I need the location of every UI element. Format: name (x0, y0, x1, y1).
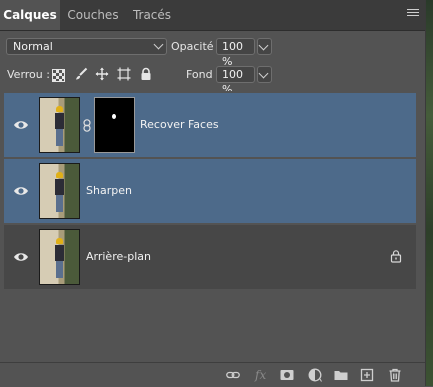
layer-name: Sharpen (86, 184, 132, 197)
mask-link-icon[interactable] (82, 119, 92, 132)
trash-icon[interactable] (388, 368, 402, 382)
group-folder-icon[interactable] (334, 368, 348, 382)
lock-transparency-icon[interactable] (52, 69, 65, 82)
panel-tab-bar: Calques Couches Tracés (0, 0, 425, 31)
new-layer-icon[interactable] (360, 368, 374, 382)
visibility-eye-icon[interactable] (13, 119, 29, 131)
layers-list: Recover Faces Sharpen Arrière-plan (2, 91, 416, 361)
tab-traces[interactable]: Tracés (126, 0, 178, 30)
chevron-down-icon (153, 39, 164, 50)
visibility-eye-icon[interactable] (13, 251, 29, 263)
chevron-down-icon (258, 40, 269, 51)
lock-label: Verrou : (7, 68, 50, 81)
link-icon[interactable] (226, 368, 240, 382)
fill-dropdown[interactable] (257, 66, 272, 83)
layer-name: Recover Faces (140, 118, 219, 131)
layer-thumbnail (39, 163, 80, 219)
fill-input[interactable]: 100 % (216, 66, 255, 96)
layer-thumbnail (39, 97, 80, 153)
tab-couches[interactable]: Couches (62, 0, 124, 30)
fx-icon[interactable]: fx (255, 368, 269, 382)
layer-mask-thumbnail[interactable] (94, 97, 135, 153)
blend-mode-value: Normal (13, 40, 53, 53)
opacity-input[interactable]: 100 % (216, 38, 255, 68)
adjustment-layer-icon[interactable] (308, 368, 322, 382)
opacity-dropdown[interactable] (257, 38, 272, 55)
lock-all-icon[interactable] (139, 67, 153, 81)
fill-label: Fond : (186, 68, 220, 81)
visibility-eye-icon[interactable] (13, 185, 29, 197)
layer-row-recover-faces[interactable]: Recover Faces (4, 93, 416, 157)
lock-position-icon[interactable] (95, 67, 109, 81)
add-mask-icon[interactable] (280, 368, 294, 382)
layer-thumbnail (39, 229, 80, 285)
canvas-edge (426, 0, 433, 386)
layer-name: Arrière-plan (86, 250, 151, 263)
chevron-down-icon (258, 68, 269, 79)
tab-calques[interactable]: Calques (0, 0, 60, 30)
layer-row-sharpen[interactable]: Sharpen (4, 159, 416, 223)
layer-lock-icon (390, 250, 402, 263)
panel-footer: fx (0, 362, 425, 387)
blend-mode-select[interactable]: Normal (6, 38, 167, 55)
layer-row-arriere-plan[interactable]: Arrière-plan (4, 225, 416, 289)
layers-panel: Calques Couches Tracés Normal Opacité : … (0, 0, 426, 387)
lock-artboard-icon[interactable] (117, 67, 131, 81)
lock-pixels-icon[interactable] (74, 67, 88, 81)
opacity-label: Opacité : (171, 40, 221, 53)
panel-menu-icon[interactable] (407, 9, 419, 20)
